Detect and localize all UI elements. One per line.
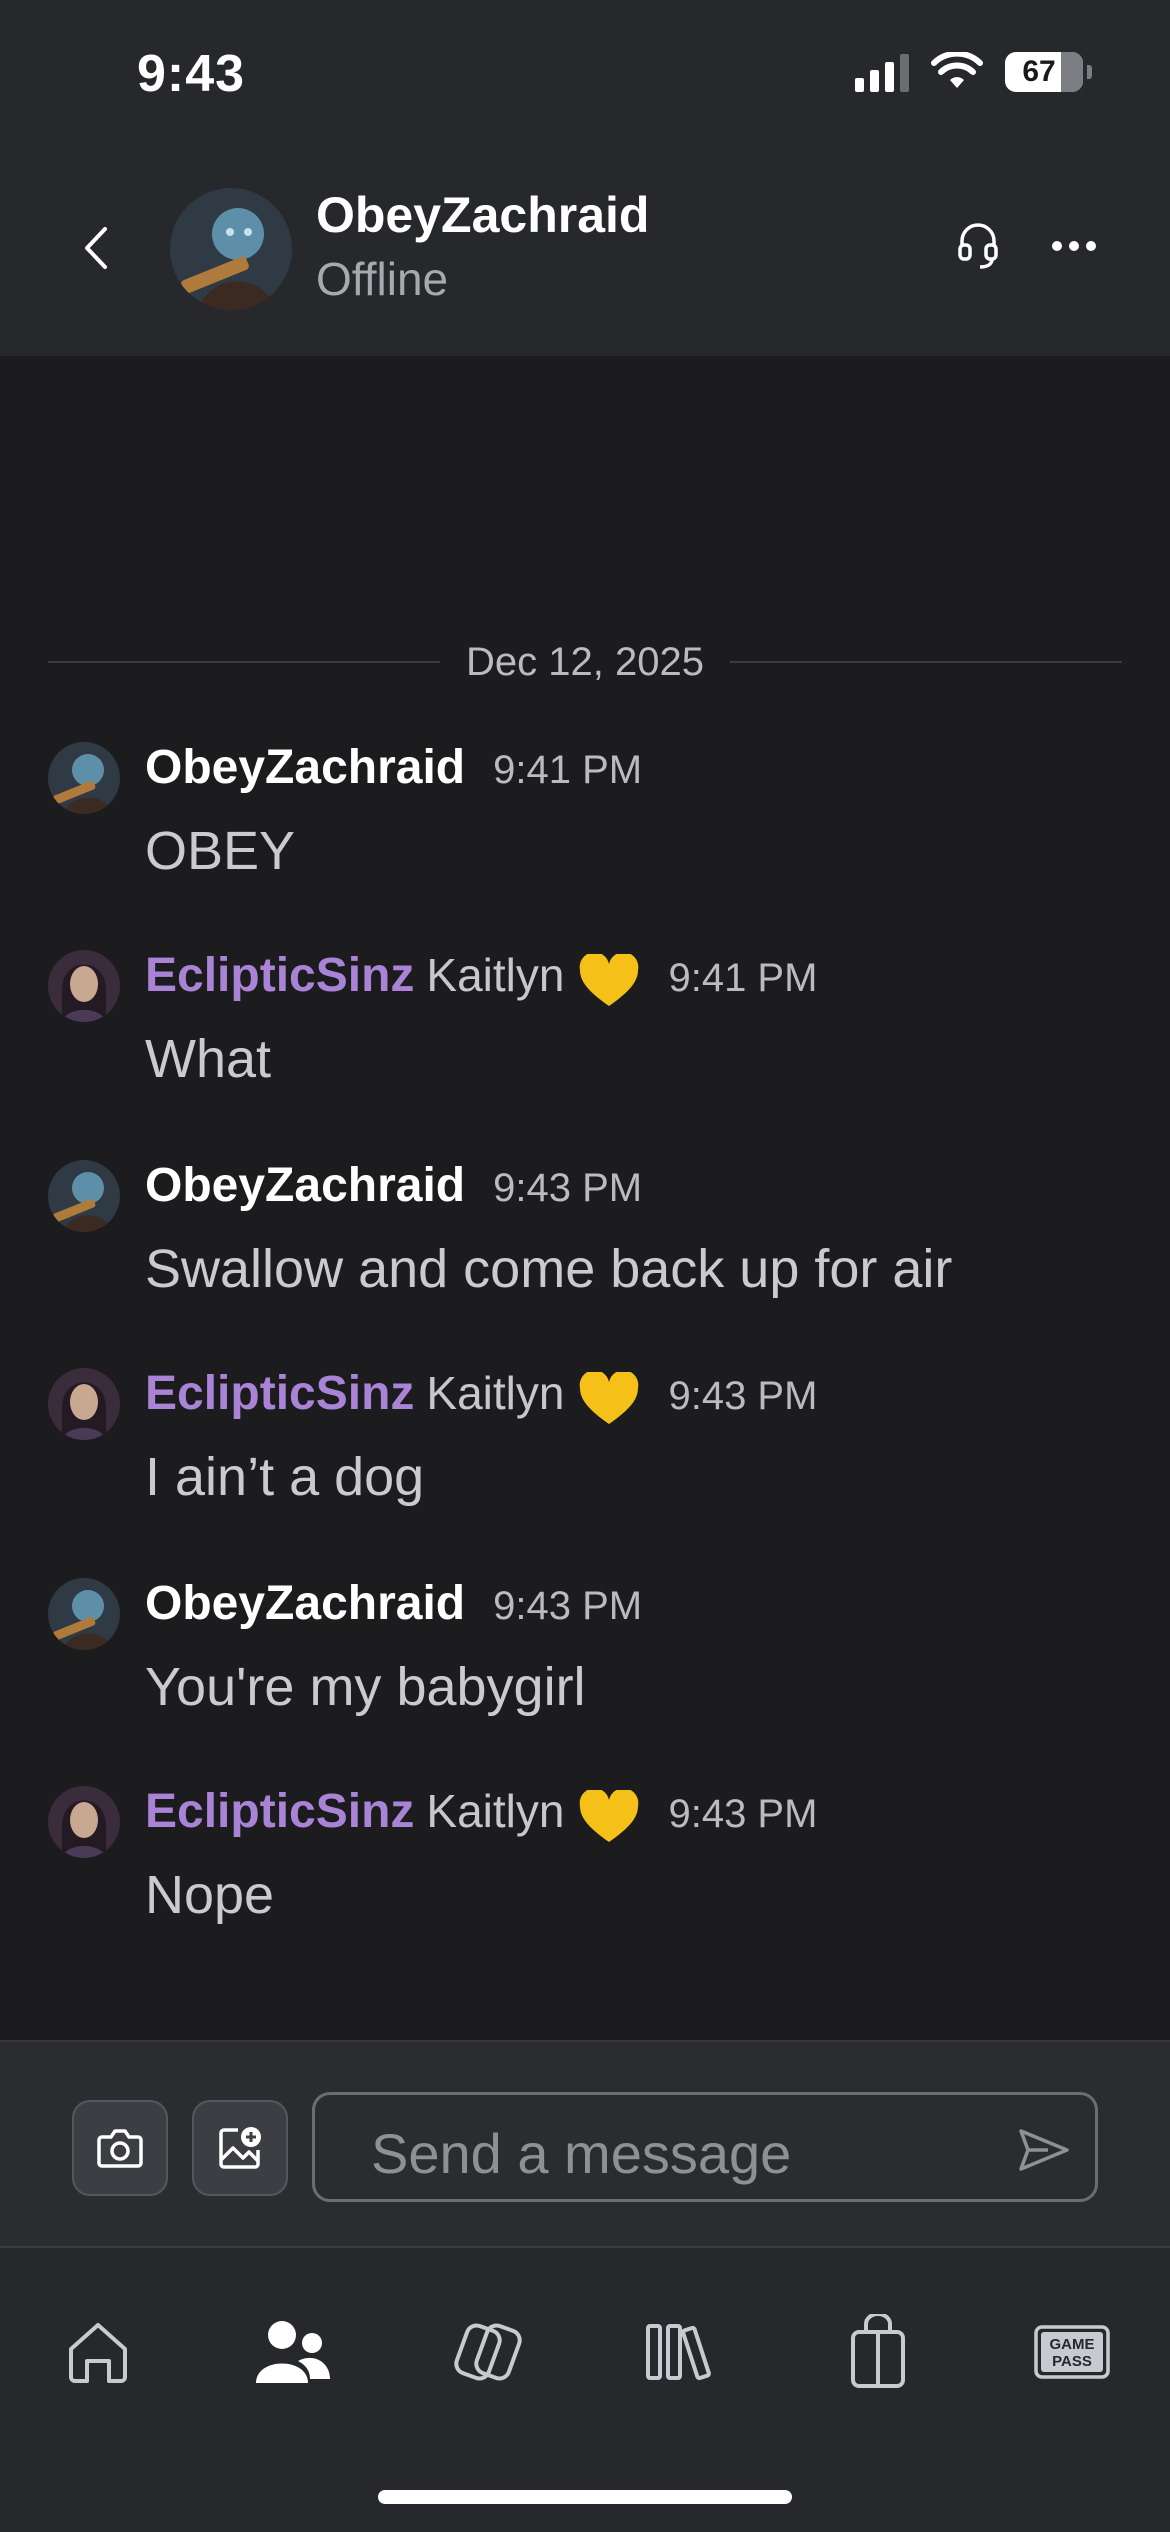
battery-tip	[1087, 65, 1092, 79]
sender-name[interactable]: EclipticSinz	[145, 1366, 414, 1421]
sender-name[interactable]: EclipticSinz	[145, 948, 414, 1003]
message-header: EclipticSinz Kaitlyn 9:43 PM	[145, 1366, 818, 1424]
contact-avatar[interactable]	[170, 188, 292, 310]
status-time: 9:43	[137, 45, 246, 103]
battery-icon: 67	[1005, 52, 1083, 92]
nav-library[interactable]	[632, 2302, 732, 2402]
message-time: 9:43 PM	[668, 1792, 818, 1836]
sender-nickname: Kaitlyn	[426, 1785, 565, 1837]
yellow-heart-icon	[580, 954, 639, 1006]
camera-button[interactable]	[72, 2100, 168, 2196]
avatar[interactable]	[48, 1368, 120, 1440]
add-image-button[interactable]	[192, 2100, 288, 2196]
chat-screen: 9:43 67 ObeyZachraid Offline Dec 12, 202…	[0, 0, 1170, 2532]
message-composer	[0, 2040, 1170, 2246]
contact-status: Offline	[316, 253, 449, 305]
message-text: You're my babygirl	[145, 1657, 586, 1717]
more-button[interactable]	[1042, 214, 1106, 278]
avatar[interactable]	[48, 1578, 120, 1650]
message-time: 9:43 PM	[493, 1166, 643, 1210]
message-time: 9:43 PM	[493, 1584, 643, 1628]
top-panel: 9:43 67 ObeyZachraid Offline	[0, 0, 1170, 356]
message-input[interactable]	[371, 2111, 991, 2195]
nav-store[interactable]	[828, 2302, 928, 2402]
camera-icon	[97, 2129, 143, 2168]
message-text: Swallow and come back up for air	[145, 1239, 953, 1299]
yellow-heart-icon	[580, 1790, 639, 1842]
contact-name: ObeyZachraid	[316, 187, 650, 243]
nav-cloud-gaming[interactable]	[438, 2302, 538, 2402]
avatar[interactable]	[48, 1160, 120, 1232]
avatar[interactable]	[48, 742, 120, 814]
message-header: EclipticSinz Kaitlyn 9:43 PM	[145, 1784, 818, 1842]
divider	[48, 661, 441, 663]
message-header: ObeyZachraid 9:43 PM	[145, 1158, 642, 1213]
status-icons: 67	[855, 52, 1092, 92]
game-pass-text-bottom: PASS	[1052, 2353, 1092, 2370]
cloud-gaming-icon	[454, 2323, 522, 2381]
sender-name[interactable]: ObeyZachraid	[145, 740, 465, 795]
date-separator: Dec 12, 2025	[48, 636, 1123, 688]
sender-nickname: Kaitlyn	[426, 1367, 565, 1419]
wifi-icon	[931, 52, 983, 88]
store-icon	[851, 2314, 905, 2388]
message-field[interactable]	[312, 2092, 1098, 2202]
message-header: EclipticSinz Kaitlyn 9:41 PM	[145, 948, 818, 1006]
nav-game-pass[interactable]: GAME PASS	[1022, 2302, 1122, 2402]
library-icon	[646, 2324, 711, 2381]
message-text: What	[145, 1029, 272, 1089]
signal-icon	[855, 52, 909, 92]
sender-name[interactable]: ObeyZachraid	[145, 1158, 465, 1213]
more-icon	[1052, 241, 1096, 251]
divider	[729, 661, 1123, 663]
sender-name[interactable]: EclipticSinz	[145, 1784, 414, 1839]
sender-name[interactable]: ObeyZachraid	[145, 1576, 465, 1631]
message-text: OBEY	[145, 821, 296, 881]
headset-icon	[958, 223, 998, 269]
avatar[interactable]	[48, 1786, 120, 1858]
message-time: 9:41 PM	[668, 956, 818, 1000]
battery-level: 67	[1022, 55, 1056, 88]
chevron-left-icon	[85, 227, 107, 269]
sender-nickname: Kaitlyn	[426, 949, 565, 1001]
game-pass-icon: GAME PASS	[1034, 2325, 1110, 2379]
message-time: 9:43 PM	[668, 1374, 818, 1418]
add-image-icon	[219, 2127, 261, 2169]
nav-home[interactable]	[48, 2302, 148, 2402]
headset-button[interactable]	[946, 214, 1010, 278]
nav-friends[interactable]	[242, 2302, 342, 2402]
date-label: Dec 12, 2025	[466, 639, 704, 684]
message-text: I ain’t a dog	[145, 1447, 425, 1507]
message-time: 9:41 PM	[493, 748, 643, 792]
home-indicator[interactable]	[378, 2490, 792, 2504]
send-icon	[1019, 2129, 1069, 2171]
friends-icon	[256, 2321, 330, 2383]
message-header: ObeyZachraid 9:43 PM	[145, 1576, 642, 1631]
avatar[interactable]	[48, 950, 120, 1022]
message-text: Nope	[145, 1865, 275, 1925]
home-icon	[69, 2323, 127, 2383]
yellow-heart-icon	[580, 1372, 639, 1424]
message-header: ObeyZachraid 9:41 PM	[145, 740, 642, 795]
send-button[interactable]	[1013, 2119, 1075, 2181]
game-pass-text-top: GAME	[1050, 2336, 1095, 2353]
back-button[interactable]	[72, 220, 120, 276]
